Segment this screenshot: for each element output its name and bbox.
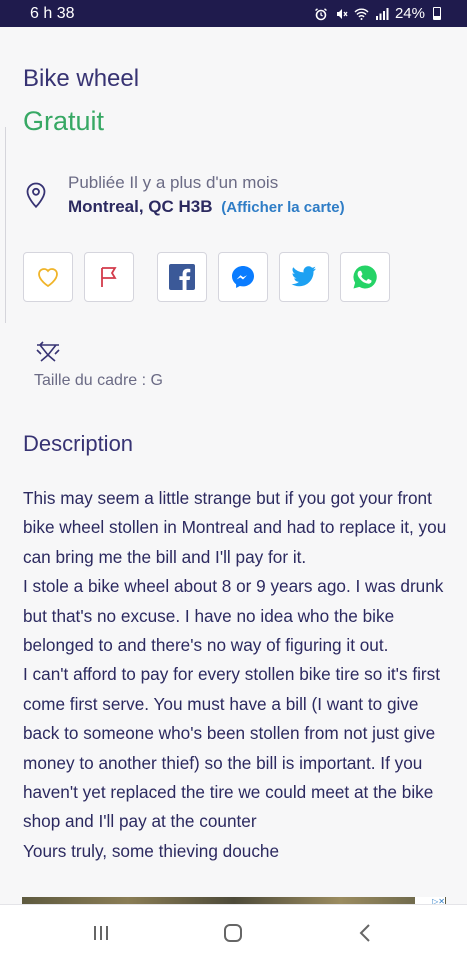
mute-icon [336, 8, 348, 19]
wifi-icon [354, 8, 369, 20]
battery-percent: 24% [394, 5, 425, 22]
status-bar: 6 h 38 24% [0, 0, 467, 27]
description-paragraph: I stole a bike wheel about 8 or 9 years … [23, 576, 444, 656]
report-button[interactable] [84, 252, 134, 302]
facebook-share-button[interactable] [157, 252, 207, 302]
share-actions [0, 252, 467, 302]
messenger-icon [232, 266, 254, 288]
description-heading: Description [23, 431, 134, 456]
twitter-icon [291, 266, 316, 287]
status-icons: 24% [314, 5, 441, 22]
listing-page[interactable]: Bike wheel Gratuit Publiée Il y a plus d… [0, 27, 467, 904]
location-pin-icon [26, 182, 46, 209]
alarm-icon [315, 7, 327, 20]
whatsapp-icon [353, 265, 377, 289]
heart-icon [38, 268, 58, 288]
system-navigation-bar [0, 904, 467, 960]
description-paragraph: I can't afford to pay for every stollen … [23, 664, 441, 832]
ad-banner[interactable] [22, 897, 446, 904]
posted-date: Publiée Il y a plus d'un mois [68, 173, 279, 192]
back-icon [359, 924, 370, 942]
facebook-icon [169, 264, 195, 290]
show-map-link[interactable]: (Afficher la carte) [221, 199, 344, 216]
frame-size-label: Taille du cadre : G [34, 372, 163, 389]
flag-icon [101, 267, 117, 287]
description-paragraph: This may seem a little strange but if yo… [23, 488, 447, 567]
back-button[interactable] [352, 921, 378, 945]
battery-icon [433, 7, 441, 20]
home-icon [224, 924, 242, 942]
listing-title: Bike wheel [23, 65, 140, 92]
favorite-button[interactable] [23, 252, 73, 302]
description-paragraph: Yours truly, some thieving douche [23, 840, 280, 861]
messenger-share-button[interactable] [218, 252, 268, 302]
recents-button[interactable] [88, 921, 114, 945]
bike-frame-icon [36, 341, 60, 362]
location-line: Montreal, QC H3B (Afficher la carte) [68, 197, 345, 217]
description-body: This may seem a little strange but if yo… [23, 484, 458, 866]
twitter-share-button[interactable] [279, 252, 329, 302]
ad-choices-icon[interactable]: ▷✕ [415, 897, 445, 904]
recents-icon [94, 926, 108, 940]
status-time: 6 h 38 [30, 4, 75, 22]
home-button[interactable] [220, 921, 246, 945]
signal-icon [375, 8, 389, 20]
whatsapp-share-button[interactable] [340, 252, 390, 302]
listing-price: Gratuit [23, 106, 105, 136]
location-text: Montreal, QC H3B [68, 197, 213, 216]
